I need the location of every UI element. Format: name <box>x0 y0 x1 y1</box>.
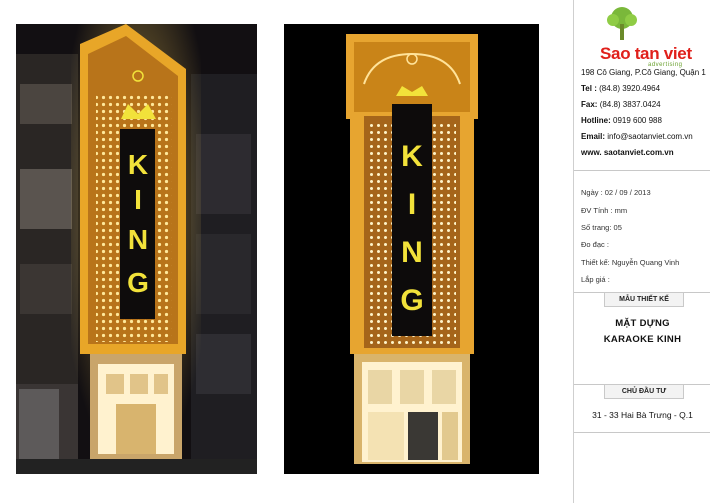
tree-logo-icon <box>607 7 637 40</box>
company-fax: Fax: (84.8) 3837.0424 <box>581 100 661 109</box>
title-block: Sao tan viet advertising 198 Cô Giang, P… <box>573 0 710 503</box>
svg-text:G: G <box>127 267 149 298</box>
facade-photo: K I N G <box>16 24 257 474</box>
company-logo: Sao tan viet advertising <box>584 6 706 68</box>
meta-pages: Số trang: 05 <box>581 223 622 232</box>
facade-photo-illustration: K I N G <box>16 24 257 474</box>
email-label: Email: <box>581 132 606 141</box>
meta-measure: Đo đạc : <box>581 240 609 249</box>
design-title-line2: KARAOKE KINH <box>603 334 682 345</box>
company-email: Email: info@saotanviet.com.vn <box>581 132 693 141</box>
svg-text:K: K <box>128 149 148 180</box>
company-website: www. saotanviet.com.vn <box>581 148 674 157</box>
divider <box>574 170 710 171</box>
meta-unit: ĐV Tính : mm <box>581 206 628 215</box>
design-title-line1: MẶT DỰNG <box>615 318 670 329</box>
facade-elevation: K I N G <box>284 24 539 474</box>
svg-text:K: K <box>401 140 423 173</box>
hotline-label: Hotline: <box>581 116 611 125</box>
email-value: info@saotanviet.com.vn <box>607 132 693 141</box>
company-tel: Tel : (84.8) 3920.4964 <box>581 84 660 93</box>
company-address: 198 Cô Giang, P.Cô Giang, Quận 1 <box>581 68 706 77</box>
fax-value: (84.8) 3837.0424 <box>599 100 661 109</box>
svg-text:N: N <box>401 236 423 269</box>
owner-heading: CHỦ ĐẦU TƯ <box>604 384 684 399</box>
fax-label: Fax: <box>581 100 598 109</box>
meta-date: Ngày : 02 / 09 / 2013 <box>581 188 651 197</box>
svg-text:I: I <box>134 184 142 215</box>
company-hotline: Hotline: 0919 600 988 <box>581 116 662 125</box>
hotline-value: 0919 600 988 <box>613 116 662 125</box>
facade-elevation-illustration: K I N G <box>284 24 539 474</box>
meta-designer: Thiết kế: Nguyễn Quang Vinh <box>581 258 680 267</box>
meta-installer: Lắp giá : <box>581 275 610 284</box>
tel-label: Tel : <box>581 84 597 93</box>
svg-text:N: N <box>128 224 148 255</box>
design-heading: MẪU THIẾT KẾ <box>604 292 684 307</box>
svg-text:I: I <box>408 188 416 221</box>
svg-text:G: G <box>400 284 423 317</box>
tel-value: (84.8) 3920.4964 <box>599 84 661 93</box>
owner-address: 31 - 33 Hai Bà Trưng - Q.1 <box>592 410 693 420</box>
brand-name: Sao tan viet <box>600 44 692 63</box>
divider <box>574 432 710 433</box>
